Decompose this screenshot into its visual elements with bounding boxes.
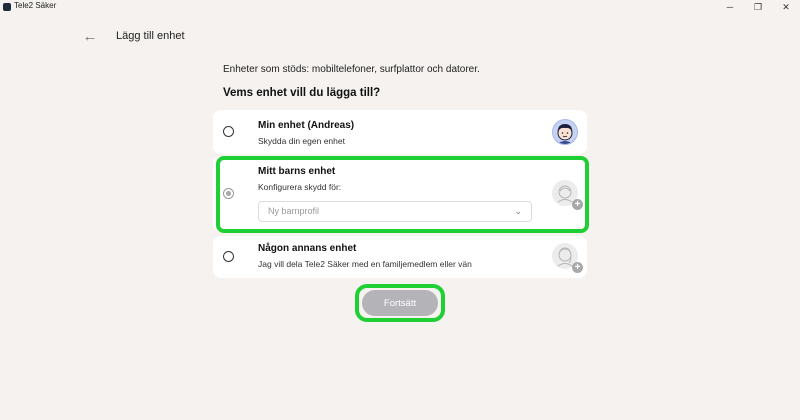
my-device-title: Min enhet (Andreas): [258, 120, 355, 131]
close-button[interactable]: ✕: [771, 0, 800, 14]
option-my-device[interactable]: Min enhet (Andreas) Skydda din egen enhe…: [213, 110, 587, 154]
child-device-highlight: [216, 156, 589, 233]
page-title: Lägg till enhet: [116, 30, 185, 42]
my-device-subtitle: Skydda din egen enhet: [258, 136, 345, 146]
window-title: Tele2 Säker: [14, 1, 57, 10]
someone-else-radio[interactable]: [223, 251, 234, 262]
app-logo-icon: [3, 3, 11, 11]
option-someone-else-device[interactable]: Någon annans enhet Jag vill dela Tele2 S…: [213, 236, 587, 278]
back-arrow-icon[interactable]: ←: [80, 26, 100, 46]
minimize-button[interactable]: ─: [715, 0, 745, 14]
user-avatar-icon: [552, 119, 578, 145]
add-person-icon: +: [552, 243, 583, 273]
my-device-radio[interactable]: [223, 126, 234, 137]
supported-devices-text: Enheter som stöds: mobiltelefoner, surfp…: [223, 64, 480, 75]
continue-button-highlight: [355, 284, 445, 322]
someone-else-title: Någon annans enhet: [258, 243, 357, 254]
someone-else-subtitle: Jag vill dela Tele2 Säker med en familje…: [258, 259, 472, 269]
question-heading: Vems enhet vill du lägga till?: [223, 87, 381, 99]
title-bar: Tele2 Säker ─ ❐ ✕: [0, 0, 800, 14]
plus-icon: +: [572, 262, 583, 273]
maximize-button[interactable]: ❐: [743, 0, 773, 14]
